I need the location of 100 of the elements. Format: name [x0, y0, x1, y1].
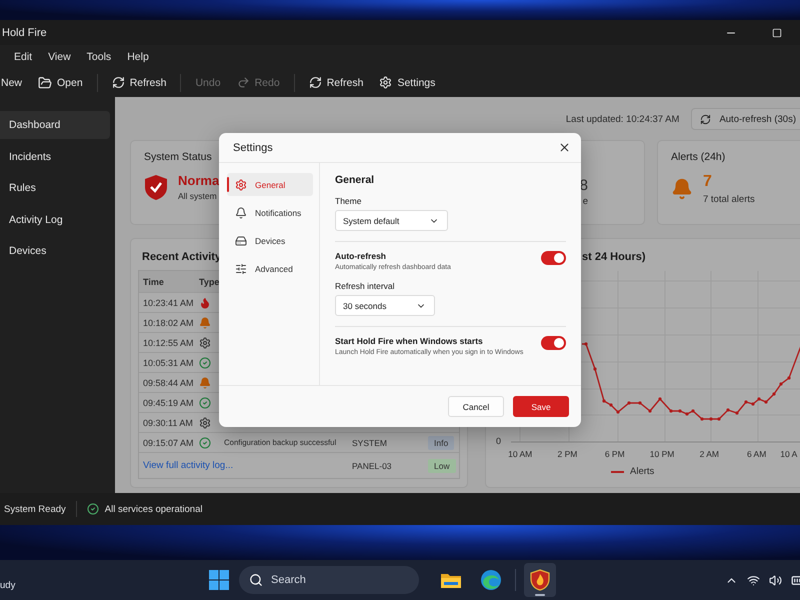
folder-icon: [38, 76, 52, 90]
sidebar-item[interactable]: Activity Log: [0, 206, 110, 234]
severity-tag: Low: [428, 458, 456, 472]
stat-detail: e: [582, 196, 588, 207]
toolbar-button[interactable]: Settings: [373, 73, 442, 92]
column-header: Type: [199, 276, 220, 286]
dropdown-field[interactable]: System default: [335, 210, 448, 231]
time-cell: 09:58:44 AM: [143, 378, 194, 388]
shield-flame-icon: [530, 569, 550, 591]
settings-icon: [379, 76, 392, 89]
bell-icon: [235, 206, 247, 218]
axis-label: 6 AM: [746, 449, 768, 459]
axis-label: 2 PM: [556, 449, 578, 459]
axis-label: 10 AM: [507, 449, 534, 459]
check-circle-icon: [199, 396, 211, 408]
legend-line: [611, 470, 624, 472]
section-title: General: [335, 174, 374, 186]
toolbar-button[interactable]: Open: [32, 72, 89, 92]
field-label: Refresh interval: [335, 281, 395, 291]
last-updated-text: Last updated: 10:24:37 AM: [566, 114, 680, 124]
settings-nav-item[interactable]: Notifications: [227, 201, 313, 224]
shield-check-icon: [144, 174, 168, 200]
status-text: System Ready: [4, 504, 66, 514]
time-cell: 10:05:31 AM: [143, 358, 194, 368]
search-icon: [249, 573, 263, 587]
toolbar-button[interactable]: New: [0, 74, 28, 92]
status-value: Norma: [178, 173, 220, 188]
taskbar-app-button[interactable]: [524, 563, 556, 597]
toggle-switch[interactable]: [541, 251, 566, 265]
column-header: Time: [143, 276, 164, 286]
toolbar-button[interactable]: Refresh: [106, 73, 172, 92]
browser-icon: [480, 569, 502, 591]
sidebar-item[interactable]: Devices: [0, 237, 110, 265]
search-field[interactable]: Search: [239, 566, 419, 594]
source-cell: SYSTEM: [352, 438, 387, 448]
settings-icon: [235, 178, 247, 190]
chart-title: st 24 Hours): [582, 250, 646, 265]
time-cell: 09:15:07 AM: [143, 438, 194, 448]
toggle-switch[interactable]: [541, 336, 566, 350]
cancel-button[interactable]: Cancel: [448, 396, 504, 417]
speaker-icon[interactable]: [769, 574, 782, 586]
redo-icon: [236, 76, 250, 89]
bell-icon: [199, 376, 211, 388]
card-title: Recent Activity: [142, 250, 222, 265]
axis-label: 10 PM: [648, 449, 676, 459]
check-circle-icon: [86, 503, 99, 515]
menu-item[interactable]: Edit: [6, 48, 40, 66]
source-cell: PANEL-03: [352, 460, 392, 470]
setting-label: Auto-refresh: [335, 251, 386, 261]
dialog-title: Settings: [233, 142, 273, 154]
start-icon[interactable]: [209, 570, 229, 590]
time-cell: 10:12:55 AM: [143, 338, 194, 348]
axis-label: 0: [496, 436, 502, 446]
axis-label: 6 PM: [604, 449, 626, 459]
gear-icon: [199, 336, 211, 348]
card-title: Alerts (24h): [671, 151, 726, 163]
menu-item[interactable]: View: [40, 48, 79, 66]
dropdown-field[interactable]: 30 seconds: [335, 295, 436, 316]
status-detail: All system: [178, 191, 217, 201]
setting-label: Start Hold Fire when Windows starts: [335, 336, 483, 346]
menu-item[interactable]: Tools: [78, 48, 120, 66]
sidebar-item[interactable]: Rules: [0, 174, 110, 202]
axis-label: 10 A: [780, 449, 798, 459]
check-circle-icon: [199, 436, 211, 448]
time-cell: 09:45:19 AM: [143, 398, 194, 408]
time-cell: 09:30:11 AM: [143, 418, 193, 428]
weather-text: udy: [0, 578, 16, 590]
drive-icon: [235, 234, 247, 246]
settings-nav-item[interactable]: Advanced: [227, 257, 313, 280]
axis-label: 2 AM: [698, 449, 720, 459]
time-cell: 10:23:41 AM: [143, 298, 194, 308]
menu-item[interactable]: Help: [119, 48, 157, 66]
refresh-icon: [700, 114, 712, 124]
alerts-detail: 7 total alerts: [703, 194, 755, 205]
gear-icon: [199, 416, 211, 428]
auto-refresh-button[interactable]: Auto-refresh (30s): [691, 108, 800, 130]
sliders-icon: [235, 262, 247, 274]
bell-icon: [199, 316, 211, 328]
sidebar-item[interactable]: Dashboard: [0, 111, 110, 139]
card-title: System Status: [144, 151, 212, 163]
wifi-icon[interactable]: [747, 574, 760, 586]
services-status-text: All services operational: [104, 504, 202, 514]
window-title: Hold Fire: [1, 26, 47, 38]
check-circle-icon: [199, 356, 211, 368]
alerts-value: 7: [703, 173, 712, 191]
toolbar-button[interactable]: Refresh: [302, 73, 370, 92]
refresh-icon: [112, 76, 125, 89]
severity-tag: Info: [428, 436, 454, 450]
legend-label: Alerts: [630, 466, 654, 477]
bell-icon: [671, 178, 693, 200]
refresh-icon: [308, 76, 322, 89]
settings-nav-item[interactable]: Devices: [227, 229, 313, 252]
field-label: Theme: [335, 196, 362, 206]
maximize-icon: [772, 28, 782, 38]
folder-icon: [440, 571, 462, 589]
time-cell: 10:18:02 AM: [143, 318, 194, 328]
sidebar-item[interactable]: Incidents: [0, 142, 110, 170]
flame-icon: [199, 296, 211, 308]
settings-nav-item[interactable]: General: [227, 173, 313, 196]
save-button[interactable]: Save: [513, 396, 569, 417]
